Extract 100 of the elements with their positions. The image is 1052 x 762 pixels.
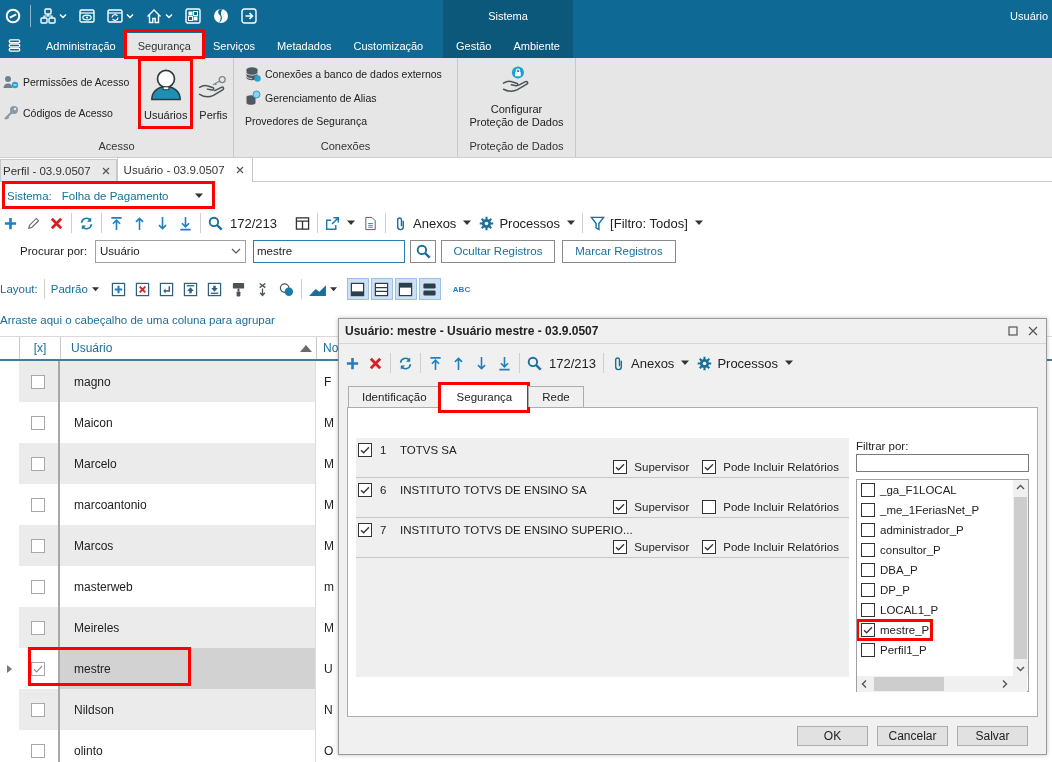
checkbox[interactable] xyxy=(861,543,875,557)
horizontal-scrollbar[interactable] xyxy=(857,676,1027,692)
attachments-button[interactable]: Anexos xyxy=(393,215,457,231)
checkbox[interactable] xyxy=(861,483,875,497)
permission-option[interactable]: Supervisor xyxy=(613,540,690,554)
document-icon[interactable] xyxy=(363,215,378,231)
checkbox[interactable] xyxy=(861,503,875,517)
ribbon-item[interactable]: Conexões a banco de dados externos xyxy=(242,65,442,82)
x-icon[interactable] xyxy=(368,355,383,371)
home-icon[interactable] xyxy=(146,8,162,24)
close-icon[interactable] xyxy=(1028,326,1038,336)
checkbox[interactable] xyxy=(358,442,372,457)
filter-input[interactable] xyxy=(856,454,1029,472)
profile-option[interactable]: _me_1FeriasNet_P xyxy=(861,503,980,517)
action-button[interactable]: Marcar Registros xyxy=(562,239,676,263)
processes-button[interactable]: Processos xyxy=(479,215,561,231)
filter-button[interactable]: [Filtro: Todos] xyxy=(590,215,688,231)
dialog-tab[interactable]: Rede xyxy=(528,386,584,407)
dialog-button[interactable]: Cancelar xyxy=(877,725,948,746)
checkbox[interactable] xyxy=(30,415,45,430)
exit-icon[interactable] xyxy=(241,8,257,24)
plus-icon[interactable] xyxy=(3,215,18,231)
checkbox[interactable] xyxy=(861,603,875,617)
checkbox[interactable] xyxy=(30,702,45,717)
caret-icon[interactable] xyxy=(329,285,337,293)
menu-tab[interactable]: Customização xyxy=(342,33,435,58)
ribbon-item[interactable]: Códigos de Acesso xyxy=(0,105,113,122)
permission-option[interactable]: Supervisor xyxy=(613,500,690,514)
window-refresh-icon[interactable] xyxy=(107,8,123,24)
ribbon-button[interactable]: Usuários xyxy=(141,61,191,122)
hierarchy-icon[interactable] xyxy=(40,8,56,24)
vertical-scrollbar[interactable] xyxy=(1013,480,1028,676)
panel-toggle[interactable] xyxy=(394,278,417,300)
panel-toggle[interactable] xyxy=(418,278,441,300)
arrow-up-bar-icon[interactable] xyxy=(109,215,124,231)
document-tab[interactable]: Perfil - 03.9.0507 xyxy=(0,159,117,181)
checkbox[interactable] xyxy=(358,522,372,537)
window-eye-icon[interactable] xyxy=(79,8,95,24)
checkbox[interactable] xyxy=(30,538,45,553)
circles-icon[interactable] xyxy=(278,281,294,297)
checkbox[interactable] xyxy=(702,460,717,474)
dialog-button[interactable]: OK xyxy=(797,725,868,746)
arrow-up-bar-icon[interactable] xyxy=(428,355,443,371)
user-name[interactable]: Usuário xyxy=(1010,10,1052,22)
profile-option[interactable]: mestre_P xyxy=(861,623,930,637)
profile-option[interactable]: administrador_P xyxy=(861,523,964,537)
checkbox[interactable] xyxy=(30,497,45,512)
checkbox[interactable] xyxy=(30,661,45,676)
caret-icon[interactable] xyxy=(694,219,703,227)
checkbox[interactable] xyxy=(30,374,45,389)
columns-icon[interactable] xyxy=(295,215,310,231)
profile-option[interactable]: DP_P xyxy=(861,583,911,597)
pencil-icon[interactable] xyxy=(26,215,41,231)
menu-tab[interactable]: Serviços xyxy=(201,33,267,58)
system-dropdown[interactable]: Folha de Pagamento xyxy=(61,190,203,202)
column-header[interactable]: [x] xyxy=(19,337,60,359)
checkbox[interactable] xyxy=(702,500,717,514)
ribbon-item[interactable]: Gerenciamento de Alias xyxy=(242,89,377,106)
checkbox[interactable] xyxy=(861,643,875,657)
search-input[interactable]: mestre xyxy=(253,239,405,263)
panel-toggle[interactable] xyxy=(346,278,369,300)
profile-option[interactable]: _ga_F1LOCAL xyxy=(861,483,957,497)
document-tab[interactable]: Usuário - 03.9.0507 xyxy=(116,157,253,182)
checkbox[interactable] xyxy=(613,500,628,514)
x-square-icon[interactable] xyxy=(134,281,150,297)
layout-dropdown[interactable]: Padrão xyxy=(50,283,99,295)
text-style-button[interactable]: ABC xyxy=(452,284,471,294)
export-icon[interactable] xyxy=(325,215,340,231)
permission-option[interactable]: Pode Incluir Relatórios xyxy=(702,500,839,514)
ribbon-button[interactable]: Configurar Proteção de Dados xyxy=(458,58,575,129)
globe-icon[interactable] xyxy=(213,8,229,24)
stamp-icon[interactable] xyxy=(230,281,246,297)
ribbon-item[interactable]: Permissões de Acesso xyxy=(0,73,130,90)
profile-option[interactable]: DBA_P xyxy=(861,563,918,577)
down-square-icon[interactable] xyxy=(206,281,222,297)
attachments-button[interactable]: Anexos xyxy=(611,355,675,371)
checkbox[interactable] xyxy=(30,579,45,594)
checkbox[interactable] xyxy=(613,460,628,474)
caret-icon[interactable] xyxy=(681,359,690,367)
close-icon[interactable] xyxy=(101,166,110,175)
search-field-dropdown[interactable]: Usuário xyxy=(95,239,246,263)
menu-tab[interactable]: Administração xyxy=(35,33,127,58)
search-icon[interactable] xyxy=(527,355,542,371)
up-square-icon[interactable] xyxy=(182,281,198,297)
permission-option[interactable]: Pode Incluir Relatórios xyxy=(702,540,839,554)
profile-option[interactable]: consultor_P xyxy=(861,543,941,557)
search-icon[interactable] xyxy=(208,215,223,231)
close-icon[interactable] xyxy=(235,166,244,174)
return-square-icon[interactable] xyxy=(158,281,174,297)
checkbox[interactable] xyxy=(30,456,45,471)
arrow-down-bar-icon[interactable] xyxy=(178,215,193,231)
dialog-button[interactable]: Salvar xyxy=(957,725,1028,746)
ribbon-button[interactable]: Perfis xyxy=(195,61,232,122)
checkbox[interactable] xyxy=(613,540,628,554)
checkbox[interactable] xyxy=(861,583,875,597)
menu-tab[interactable]: Gestão xyxy=(445,33,503,58)
menu-tab[interactable]: Ambiente xyxy=(502,33,571,58)
caret-icon[interactable] xyxy=(785,359,794,367)
checkbox[interactable] xyxy=(861,563,875,577)
profile-option[interactable]: Perfil1_P xyxy=(861,643,927,657)
